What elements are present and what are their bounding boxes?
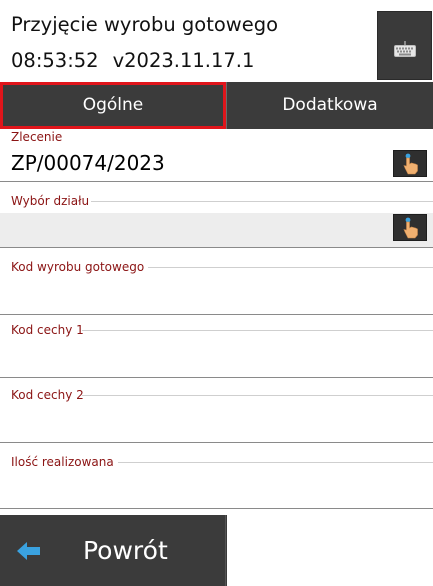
back-button[interactable]: Powrót: [0, 515, 226, 586]
divider: [118, 462, 433, 463]
department-input[interactable]: [0, 213, 433, 248]
footer-right-area: [227, 515, 433, 586]
department-label: Wybór działu: [11, 194, 90, 208]
keyboard-button[interactable]: [377, 11, 432, 80]
feature-code-1-label: Kod cechy 1: [11, 323, 84, 337]
order-value: ZP/00074/2023: [11, 151, 165, 175]
quantity-input[interactable]: [0, 472, 433, 509]
product-code-label: Kod wyrobu gotowego: [11, 260, 145, 274]
footer: Powrót: [0, 515, 433, 586]
tab-general[interactable]: Ogólne: [0, 82, 226, 129]
tab-additional[interactable]: Dodatkowa: [226, 82, 433, 129]
feature-code-2-label: Kod cechy 2: [11, 388, 84, 402]
tab-bar: Ogólne Dodatkowa: [0, 82, 433, 129]
department-field: Wybór działu: [0, 193, 433, 249]
keyboard-icon: [394, 41, 416, 57]
quantity-label: Ilość realizowana: [11, 455, 114, 469]
hand-pointer-icon: [403, 153, 418, 175]
clock-time: 08:53:52: [11, 49, 99, 72]
order-input[interactable]: ZP/00074/2023: [0, 145, 433, 182]
feature-code-1-field: Kod cechy 1: [0, 323, 433, 379]
header-subtitle: 08:53:52 v2023.11.17.1: [11, 48, 254, 73]
divider: [91, 201, 433, 202]
divider: [148, 267, 433, 268]
app-version: v2023.11.17.1: [112, 49, 255, 72]
back-button-label: Powrót: [83, 536, 168, 565]
divider: [82, 395, 433, 396]
department-pick-button[interactable]: [393, 214, 427, 241]
hand-pointer-icon: [403, 217, 418, 239]
order-field: Zlecenie ZP/00074/2023: [0, 131, 433, 189]
order-label: Zlecenie: [11, 130, 63, 144]
divider: [82, 330, 433, 331]
product-code-field: Kod wyrobu gotowego: [0, 260, 433, 316]
back-arrow-icon: [17, 542, 40, 560]
order-pick-button[interactable]: [393, 150, 427, 177]
product-code-input[interactable]: [0, 277, 433, 315]
feature-code-2-input[interactable]: [0, 406, 433, 443]
quantity-field: Ilość realizowana: [0, 455, 433, 511]
feature-code-1-input[interactable]: [0, 341, 433, 378]
header: Przyjęcie wyrobu gotowego 08:53:52 v2023.…: [0, 0, 433, 82]
page-title: Przyjęcie wyrobu gotowego: [11, 13, 279, 36]
feature-code-2-field: Kod cechy 2: [0, 388, 433, 444]
